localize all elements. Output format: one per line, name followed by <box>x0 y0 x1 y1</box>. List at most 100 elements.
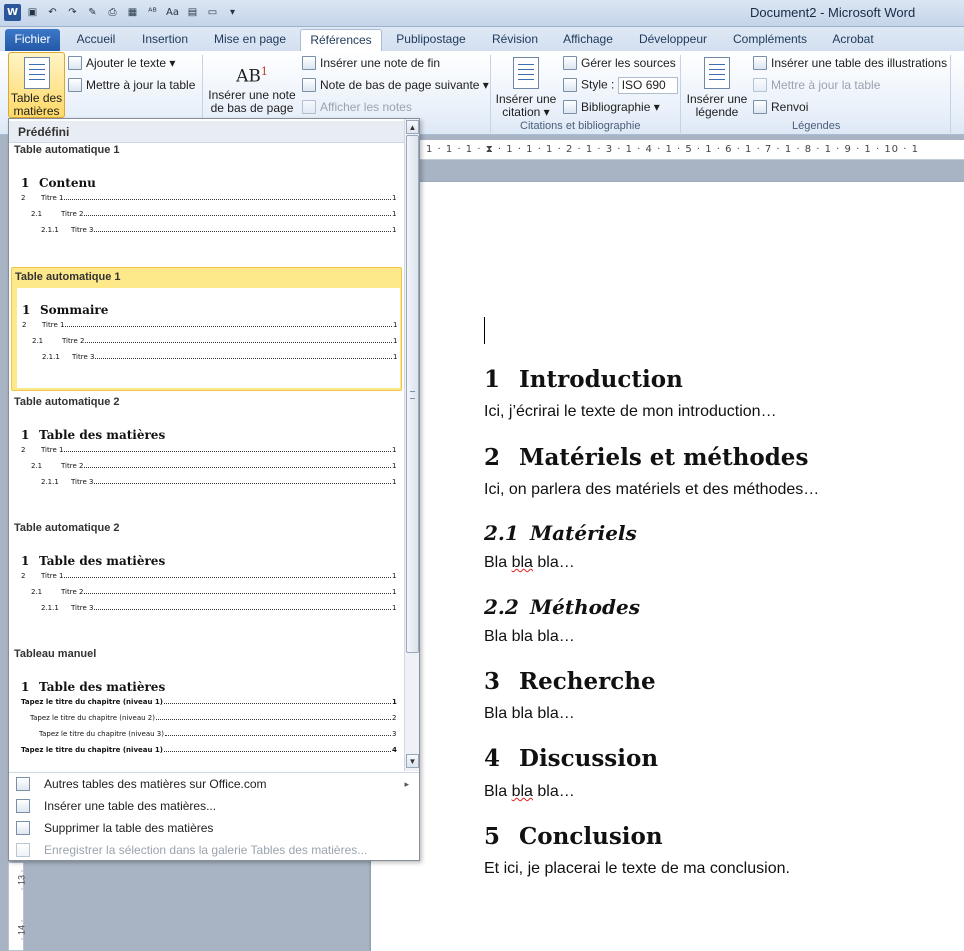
remove-toc-item[interactable]: Supprimer la table des matières <box>9 817 419 839</box>
scan-icon[interactable]: ▭ <box>204 4 221 21</box>
heading-number: 2.1 <box>484 521 519 545</box>
update-captions-table-button[interactable]: Mettre à jour la table <box>753 78 880 92</box>
add-text-button[interactable]: Ajouter le texte ▾ <box>68 56 175 70</box>
title-bar: W ▣ ↶ ↷ ✎ ⎙ ▦ ᴬᴮ Aa ▤ ▭ ▾ Document2 - Mi… <box>0 0 964 27</box>
tab-developer[interactable]: Développeur <box>630 29 716 51</box>
toc-preview: 1 Sommaire 2 Titre 11 2.1 Titre 21 2.1.1 Tit… <box>17 288 400 388</box>
change-case-icon[interactable]: Aa <box>164 4 181 21</box>
toc-style-item-selected[interactable]: Table automatique 1 1 Sommaire 2 Titre 11 … <box>11 267 402 391</box>
tab-mailings[interactable]: Publipostage <box>388 29 474 51</box>
misspelled-word[interactable]: bla <box>512 783 533 800</box>
toc-style-title: Table automatique 2 <box>14 396 120 408</box>
toc-style-item[interactable]: Table automatique 2 1 Table des matières … <box>11 393 402 517</box>
bibliography-button[interactable]: Bibliographie ▾ <box>563 100 660 114</box>
menu-item-label: Supprimer la table des matières <box>44 821 214 835</box>
toc-style-item[interactable]: Table automatique 1 1 Contenu 2 Titre 11 2… <box>11 141 402 265</box>
menu-item-label: Autres tables des matières sur Office.co… <box>44 777 267 791</box>
scroll-down-icon[interactable]: ▼ <box>406 754 419 768</box>
insert-footnote-button[interactable]: AB1 Insérer une note de bas de page <box>205 59 299 115</box>
cross-reference-button[interactable]: Renvoi <box>753 100 808 114</box>
group-separator <box>680 55 681 133</box>
toc-dropdown: Prédéfini Table automatique 1 1 Contenu 2… <box>8 118 420 861</box>
customize-qat-icon[interactable]: ▾ <box>224 4 241 21</box>
paragraph-materiels[interactable]: Bla bla bla… <box>484 554 575 572</box>
heading-conclusion[interactable]: 5 Conclusion <box>484 823 663 850</box>
toc-style-item[interactable]: Tableau manuel 1 Table des matières Tapez… <box>11 645 402 769</box>
misspelled-word[interactable]: bla <box>512 554 533 571</box>
preview-line: 2.1.1 Titre 31 <box>41 226 397 234</box>
toc-button[interactable]: Table des matières ▾ <box>8 52 65 131</box>
insert-endnote-button[interactable]: Insérer une note de fin <box>302 56 440 70</box>
manage-sources-button[interactable]: Gérer les sources <box>563 56 676 70</box>
heading-materiels[interactable]: 2.1 Matériels <box>484 521 637 545</box>
tab-addins[interactable]: Compléments <box>727 29 813 51</box>
footnote-icon: AB1 <box>236 65 268 87</box>
more-toc-office-item[interactable]: Autres tables des matières sur Office.co… <box>9 773 419 795</box>
tab-references[interactable]: Références <box>300 29 382 51</box>
show-notes-button[interactable]: Afficher les notes <box>302 100 412 114</box>
paragraph-conclusion[interactable]: Et ici, je placerai le texte de ma concl… <box>484 860 790 878</box>
ruler-numbers: 1 · 1 · 1 · ⧗ · 1 · 1 · 1 · 2 · 1 · 3 · … <box>426 144 919 155</box>
print-icon[interactable]: ⎙ <box>104 4 121 21</box>
next-footnote-button[interactable]: Note de bas de page suivante ▾ <box>302 78 489 92</box>
insert-table-figures-button[interactable]: Insérer une table des illustrations <box>753 56 947 70</box>
format-painter-icon[interactable]: ✎ <box>84 4 101 21</box>
table-icon[interactable]: ▦ <box>124 4 141 21</box>
paragraph-introduction[interactable]: Ici, j’écrirai le texte de mon introduct… <box>484 403 777 421</box>
tab-insert[interactable]: Insertion <box>131 29 199 51</box>
save-selection-gallery-item[interactable]: Enregistrer la sélection dans la galerie… <box>9 839 419 861</box>
quick-access-toolbar: W ▣ ↶ ↷ ✎ ⎙ ▦ ᴬᴮ Aa ▤ ▭ ▾ <box>4 4 241 21</box>
office-icon <box>16 777 30 791</box>
insert-caption-button[interactable]: Insérer une légende <box>684 55 750 119</box>
spelling-icon[interactable]: ᴬᴮ <box>144 4 161 21</box>
save-icon[interactable]: ▣ <box>24 4 41 21</box>
toc-preview: 1 Table des matières Tapez le titre du ch… <box>16 665 399 765</box>
word-logo-icon[interactable]: W <box>4 4 21 21</box>
paragraph-recherche[interactable]: Bla bla bla… <box>484 705 575 723</box>
preview-line: 2.1 Titre 21 <box>31 210 397 218</box>
tab-page-layout[interactable]: Mise en page <box>206 29 294 51</box>
heading-text: Méthodes <box>530 595 640 619</box>
update-table-icon <box>68 78 82 92</box>
redo-icon[interactable]: ↷ <box>64 4 81 21</box>
toc-style-item[interactable]: Table automatique 2 1 Table des matières … <box>11 519 402 643</box>
undo-icon[interactable]: ↶ <box>44 4 61 21</box>
toc-style-title: Table automatique 1 <box>15 271 121 283</box>
citation-icon <box>513 57 539 89</box>
insert-citation-button[interactable]: Insérer une citation ▾ <box>493 55 559 119</box>
scroll-up-icon[interactable]: ▲ <box>406 120 419 134</box>
heading-text: Matériels et méthodes <box>519 444 809 471</box>
tab-home[interactable]: Accueil <box>66 29 126 51</box>
heading-discussion[interactable]: 4 Discussion <box>484 745 658 772</box>
style-dropdown[interactable]: ISO 690 <box>617 77 678 94</box>
heading-introduction[interactable]: 1 Introduction <box>484 366 683 393</box>
heading-text: Conclusion <box>519 823 663 850</box>
tab-file[interactable]: Fichier <box>5 29 60 51</box>
gallery-scrollbar[interactable]: ▲ ▼ <box>404 119 419 771</box>
text-cursor <box>484 317 485 344</box>
paragraph-materials-methods[interactable]: Ici, on parlera des matériels et des mét… <box>484 481 819 499</box>
update-table-button[interactable]: Mettre à jour la table <box>68 78 195 92</box>
insert-toc-item[interactable]: Insérer une table des matières... <box>9 795 419 817</box>
tab-view[interactable]: Affichage <box>555 29 621 51</box>
heading-number: 5 <box>484 823 501 850</box>
heading-materials-methods[interactable]: 2 Matériels et méthodes <box>484 444 808 471</box>
next-footnote-icon <box>302 78 316 92</box>
paragraph-discussion[interactable]: Bla bla bla… <box>484 783 575 801</box>
paste-icon[interactable]: ▤ <box>184 4 201 21</box>
paragraph-methodes[interactable]: Bla bla bla… <box>484 628 575 646</box>
toc-icon <box>23 57 50 89</box>
vertical-ruler[interactable]: · 13 · · 14 · <box>8 862 27 951</box>
ribbon-tabs: Fichier Accueil Insertion Mise en page R… <box>0 27 964 51</box>
preview-line: 2.1 Titre 21 <box>31 462 397 470</box>
heading-methodes[interactable]: 2.2 Méthodes <box>484 595 640 619</box>
preview-line: 2.1 Titre 21 <box>32 337 398 345</box>
scroll-thumb[interactable] <box>406 135 419 653</box>
style-selector[interactable]: Style : ISO 690 <box>563 77 678 94</box>
tab-acrobat[interactable]: Acrobat <box>822 29 884 51</box>
tab-review[interactable]: Révision <box>484 29 546 51</box>
horizontal-ruler[interactable]: 1 · 1 · 1 · ⧗ · 1 · 1 · 1 · 2 · 1 · 3 · … <box>420 140 964 160</box>
document-page[interactable] <box>371 182 964 951</box>
preview-line: Tapez le titre du chapitre (niveau 1) 1 <box>21 698 397 706</box>
heading-recherche[interactable]: 3 Recherche <box>484 668 656 695</box>
